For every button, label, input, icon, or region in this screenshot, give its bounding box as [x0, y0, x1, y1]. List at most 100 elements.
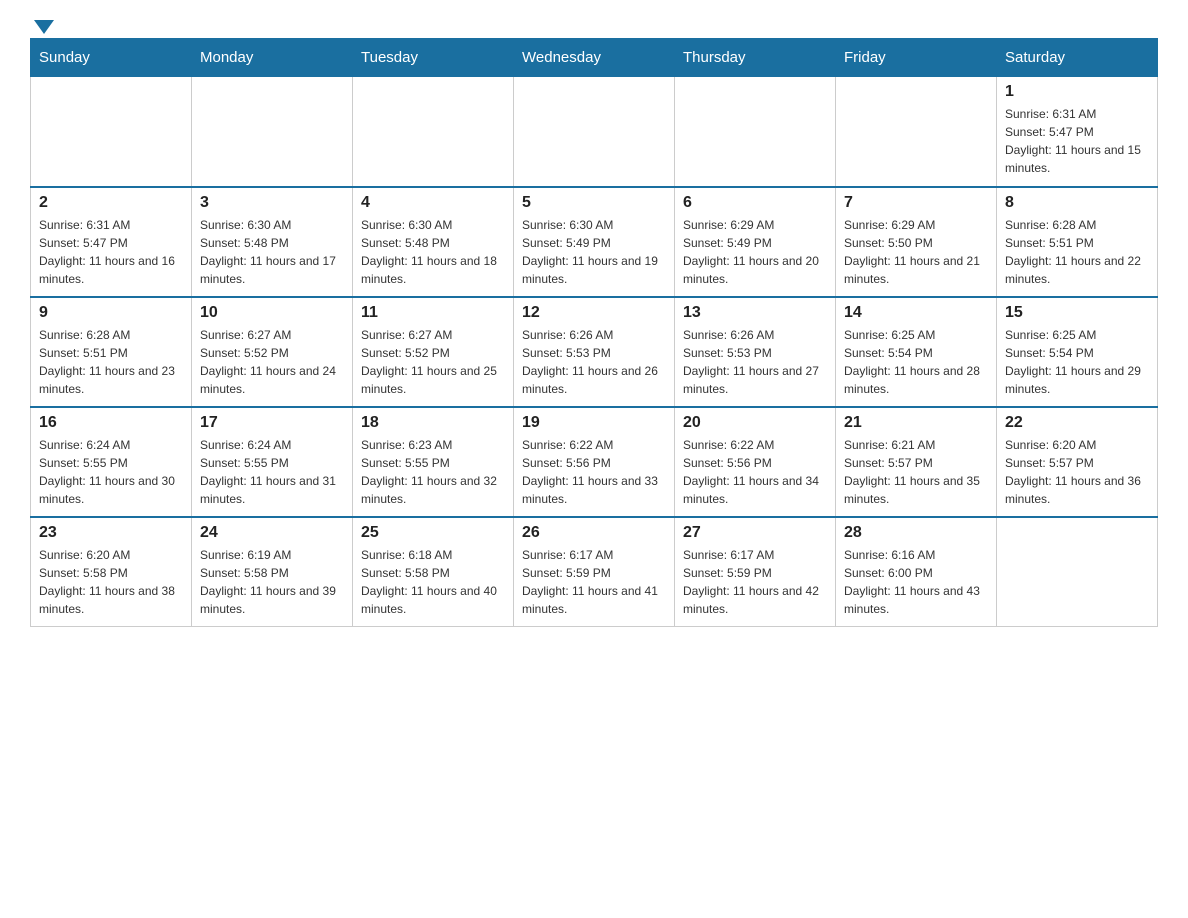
calendar-cell: 25 Sunrise: 6:18 AMSunset: 5:58 PMDayligh… — [353, 517, 514, 627]
day-info: Sunrise: 6:28 AMSunset: 5:51 PMDaylight:… — [1005, 216, 1149, 288]
calendar-cell: 20 Sunrise: 6:22 AMSunset: 5:56 PMDayligh… — [675, 407, 836, 517]
day-number: 25 — [361, 524, 505, 542]
day-of-week-header: Tuesday — [353, 39, 514, 77]
day-of-week-header: Friday — [836, 39, 997, 77]
calendar-header-row: SundayMondayTuesdayWednesdayThursdayFrid… — [31, 39, 1158, 77]
day-number: 3 — [200, 194, 344, 212]
day-info: Sunrise: 6:25 AMSunset: 5:54 PMDaylight:… — [1005, 326, 1149, 398]
calendar-cell: 17 Sunrise: 6:24 AMSunset: 5:55 PMDayligh… — [192, 407, 353, 517]
logo — [30, 20, 54, 28]
calendar-cell — [997, 517, 1158, 627]
day-info: Sunrise: 6:26 AMSunset: 5:53 PMDaylight:… — [683, 326, 827, 398]
day-number: 20 — [683, 414, 827, 432]
day-number: 28 — [844, 524, 988, 542]
day-of-week-header: Monday — [192, 39, 353, 77]
calendar-cell: 3 Sunrise: 6:30 AMSunset: 5:48 PMDaylight… — [192, 187, 353, 297]
calendar-week-row: 2Sunrise: 6:31 AMSunset: 5:47 PMDaylight… — [31, 187, 1158, 297]
day-number: 17 — [200, 414, 344, 432]
calendar-cell — [353, 77, 514, 187]
day-number: 11 — [361, 304, 505, 322]
calendar-cell — [192, 77, 353, 187]
calendar-cell: 5 Sunrise: 6:30 AMSunset: 5:49 PMDaylight… — [514, 187, 675, 297]
calendar-cell: 11 Sunrise: 6:27 AMSunset: 5:52 PMDayligh… — [353, 297, 514, 407]
day-info: Sunrise: 6:19 AMSunset: 5:58 PMDaylight:… — [200, 546, 344, 618]
day-info: Sunrise: 6:26 AMSunset: 5:53 PMDaylight:… — [522, 326, 666, 398]
day-number: 10 — [200, 304, 344, 322]
calendar-cell: 13 Sunrise: 6:26 AMSunset: 5:53 PMDayligh… — [675, 297, 836, 407]
day-info: Sunrise: 6:16 AMSunset: 6:00 PMDaylight:… — [844, 546, 988, 618]
calendar-week-row: 16 Sunrise: 6:24 AMSunset: 5:55 PMDayligh… — [31, 407, 1158, 517]
day-info: Sunrise: 6:30 AMSunset: 5:48 PMDaylight:… — [200, 216, 344, 288]
day-info: Sunrise: 6:29 AMSunset: 5:49 PMDaylight:… — [683, 216, 827, 288]
day-number: 7 — [844, 194, 988, 212]
day-info: Sunrise: 6:17 AMSunset: 5:59 PMDaylight:… — [683, 546, 827, 618]
calendar-cell: 7 Sunrise: 6:29 AMSunset: 5:50 PMDaylight… — [836, 187, 997, 297]
calendar-week-row: 1 Sunrise: 6:31 AMSunset: 5:47 PMDaylight… — [31, 77, 1158, 187]
calendar-cell: 6 Sunrise: 6:29 AMSunset: 5:49 PMDaylight… — [675, 187, 836, 297]
calendar-cell — [675, 77, 836, 187]
calendar-cell: 27 Sunrise: 6:17 AMSunset: 5:59 PMDayligh… — [675, 517, 836, 627]
day-number: 23 — [39, 524, 183, 542]
day-info: Sunrise: 6:17 AMSunset: 5:59 PMDaylight:… — [522, 546, 666, 618]
calendar-cell: 14Sunrise: 6:25 AMSunset: 5:54 PMDayligh… — [836, 297, 997, 407]
day-info: Sunrise: 6:23 AMSunset: 5:55 PMDaylight:… — [361, 436, 505, 508]
day-number: 18 — [361, 414, 505, 432]
day-number: 9 — [39, 304, 183, 322]
day-info: Sunrise: 6:27 AMSunset: 5:52 PMDaylight:… — [200, 326, 344, 398]
day-of-week-header: Thursday — [675, 39, 836, 77]
day-number: 1 — [1005, 83, 1149, 101]
calendar-cell — [836, 77, 997, 187]
calendar-cell: 21 Sunrise: 6:21 AMSunset: 5:57 PMDayligh… — [836, 407, 997, 517]
calendar-cell: 23 Sunrise: 6:20 AMSunset: 5:58 PMDayligh… — [31, 517, 192, 627]
calendar-cell: 18 Sunrise: 6:23 AMSunset: 5:55 PMDayligh… — [353, 407, 514, 517]
day-number: 21 — [844, 414, 988, 432]
day-info: Sunrise: 6:29 AMSunset: 5:50 PMDaylight:… — [844, 216, 988, 288]
day-number: 8 — [1005, 194, 1149, 212]
day-info: Sunrise: 6:30 AMSunset: 5:48 PMDaylight:… — [361, 216, 505, 288]
calendar-cell: 4 Sunrise: 6:30 AMSunset: 5:48 PMDaylight… — [353, 187, 514, 297]
day-info: Sunrise: 6:30 AMSunset: 5:49 PMDaylight:… — [522, 216, 666, 288]
day-info: Sunrise: 6:24 AMSunset: 5:55 PMDaylight:… — [200, 436, 344, 508]
calendar-cell: 9 Sunrise: 6:28 AMSunset: 5:51 PMDaylight… — [31, 297, 192, 407]
calendar-cell: 1 Sunrise: 6:31 AMSunset: 5:47 PMDaylight… — [997, 77, 1158, 187]
day-number: 26 — [522, 524, 666, 542]
calendar-week-row: 23 Sunrise: 6:20 AMSunset: 5:58 PMDayligh… — [31, 517, 1158, 627]
day-number: 13 — [683, 304, 827, 322]
logo-text — [30, 20, 54, 32]
day-of-week-header: Sunday — [31, 39, 192, 77]
day-number: 16 — [39, 414, 183, 432]
calendar-cell: 19Sunrise: 6:22 AMSunset: 5:56 PMDayligh… — [514, 407, 675, 517]
calendar-cell: 2Sunrise: 6:31 AMSunset: 5:47 PMDaylight… — [31, 187, 192, 297]
day-number: 14 — [844, 304, 988, 322]
day-info: Sunrise: 6:28 AMSunset: 5:51 PMDaylight:… — [39, 326, 183, 398]
day-info: Sunrise: 6:27 AMSunset: 5:52 PMDaylight:… — [361, 326, 505, 398]
day-number: 5 — [522, 194, 666, 212]
day-number: 12 — [522, 304, 666, 322]
calendar-cell: 12 Sunrise: 6:26 AMSunset: 5:53 PMDayligh… — [514, 297, 675, 407]
calendar-cell: 26 Sunrise: 6:17 AMSunset: 5:59 PMDayligh… — [514, 517, 675, 627]
day-number: 4 — [361, 194, 505, 212]
calendar-table: SundayMondayTuesdayWednesdayThursdayFrid… — [30, 38, 1158, 627]
logo-arrow-icon — [34, 20, 54, 34]
day-number: 27 — [683, 524, 827, 542]
calendar-cell: 22Sunrise: 6:20 AMSunset: 5:57 PMDayligh… — [997, 407, 1158, 517]
calendar-week-row: 9 Sunrise: 6:28 AMSunset: 5:51 PMDaylight… — [31, 297, 1158, 407]
calendar-cell — [31, 77, 192, 187]
calendar-cell: 8 Sunrise: 6:28 AMSunset: 5:51 PMDaylight… — [997, 187, 1158, 297]
calendar-cell: 16 Sunrise: 6:24 AMSunset: 5:55 PMDayligh… — [31, 407, 192, 517]
day-info: Sunrise: 6:31 AMSunset: 5:47 PMDaylight:… — [1005, 105, 1149, 177]
day-info: Sunrise: 6:22 AMSunset: 5:56 PMDaylight:… — [522, 436, 666, 508]
day-info: Sunrise: 6:22 AMSunset: 5:56 PMDaylight:… — [683, 436, 827, 508]
day-info: Sunrise: 6:20 AMSunset: 5:58 PMDaylight:… — [39, 546, 183, 618]
day-of-week-header: Wednesday — [514, 39, 675, 77]
day-number: 6 — [683, 194, 827, 212]
day-of-week-header: Saturday — [997, 39, 1158, 77]
page-header — [30, 20, 1158, 28]
day-info: Sunrise: 6:21 AMSunset: 5:57 PMDaylight:… — [844, 436, 988, 508]
day-info: Sunrise: 6:20 AMSunset: 5:57 PMDaylight:… — [1005, 436, 1149, 508]
day-info: Sunrise: 6:24 AMSunset: 5:55 PMDaylight:… — [39, 436, 183, 508]
day-info: Sunrise: 6:18 AMSunset: 5:58 PMDaylight:… — [361, 546, 505, 618]
day-number: 2 — [39, 194, 183, 212]
day-number: 24 — [200, 524, 344, 542]
calendar-cell: 28 Sunrise: 6:16 AMSunset: 6:00 PMDayligh… — [836, 517, 997, 627]
